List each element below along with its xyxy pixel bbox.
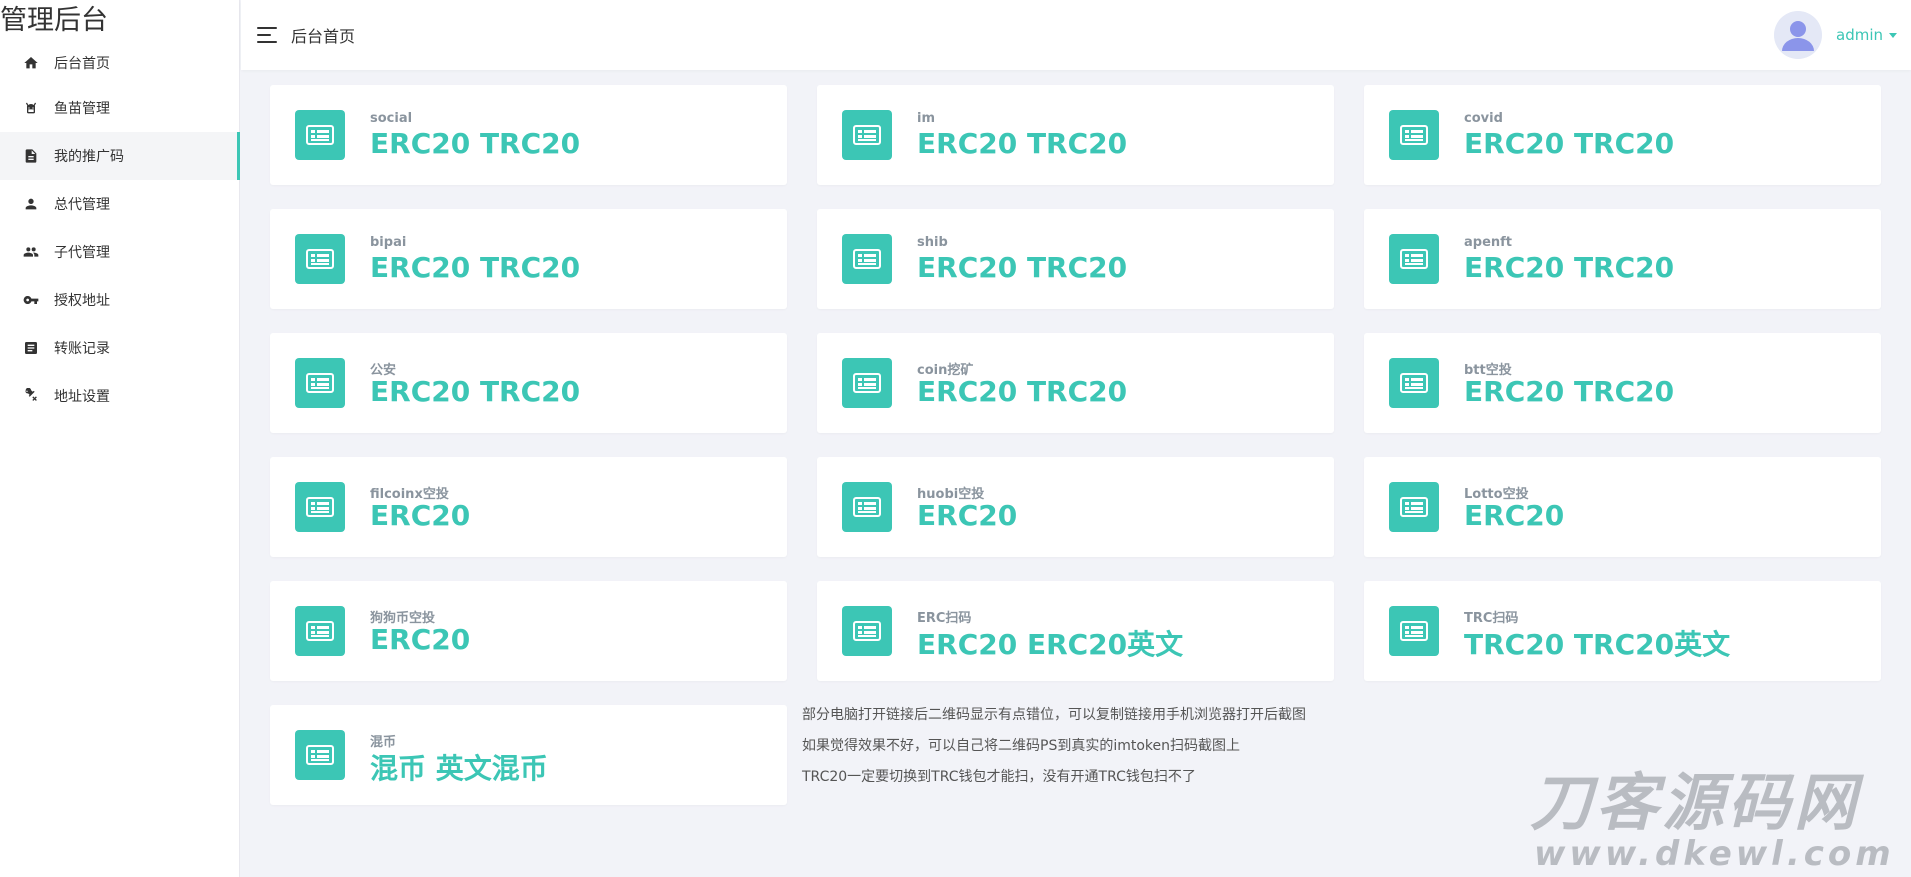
card-icon — [295, 606, 345, 656]
people-icon — [22, 243, 40, 261]
promo-card[interactable]: ERC扫码 ERC20 ERC20英文 — [817, 581, 1334, 681]
card-value: ERC20 TRC20 — [1464, 251, 1675, 284]
card-icon — [295, 730, 345, 780]
card-icon — [295, 482, 345, 532]
sidebar-item-address-settings[interactable]: 地址设置 — [0, 372, 239, 420]
card-label: im — [917, 111, 936, 126]
card-icon — [1389, 110, 1439, 160]
brand-title: 管理后台 — [0, 5, 108, 36]
card-value: ERC20 TRC20 — [370, 127, 581, 160]
sidebar-item-fish[interactable]: 鱼苗管理 — [0, 84, 239, 132]
card-label: bipai — [370, 235, 407, 250]
sidebar-item-general-agent[interactable]: 总代管理 — [0, 180, 239, 228]
tools-icon — [22, 387, 40, 405]
card-icon — [842, 358, 892, 408]
watermark-title: 刀客源码网 — [1530, 766, 1861, 839]
sidebar-item-promo-code[interactable]: 我的推广码 — [0, 132, 240, 180]
sidebar-item-label: 授权地址 — [54, 293, 110, 309]
fish-icon — [22, 99, 40, 117]
card-value: ERC20 TRC20 — [370, 251, 581, 284]
card-label: social — [370, 111, 413, 126]
card-icon — [1389, 358, 1439, 408]
avatar-icon — [1774, 11, 1822, 59]
promo-card[interactable]: 公安 ERC20 TRC20 — [270, 333, 787, 433]
promo-card[interactable]: 混币 混币 英文混币 — [270, 705, 787, 805]
sidebar-item-label: 鱼苗管理 — [54, 101, 110, 117]
card-value: ERC20 — [370, 499, 471, 532]
document-icon — [22, 147, 40, 165]
promo-card[interactable]: shib ERC20 TRC20 — [817, 209, 1334, 309]
card-icon — [842, 606, 892, 656]
card-icon — [295, 110, 345, 160]
card-value: ERC20 TRC20 — [917, 127, 1128, 160]
card-icon — [295, 358, 345, 408]
top-header: 后台首页 admin — [241, 0, 1911, 70]
promo-card[interactable]: covid ERC20 TRC20 — [1364, 85, 1881, 185]
chevron-down-icon — [1889, 32, 1897, 38]
card-icon — [1389, 482, 1439, 532]
card-value: TRC20 TRC20英文 — [1464, 628, 1731, 661]
note-line: 部分电脑打开链接后二维码显示有点错位，可以复制链接用手机浏览器打开后截图 — [802, 707, 1306, 723]
promo-card[interactable]: coin挖矿 ERC20 TRC20 — [817, 333, 1334, 433]
card-label: covid — [1464, 111, 1503, 126]
sidebar-item-home[interactable]: 后台首页 — [0, 42, 239, 84]
home-icon — [22, 54, 40, 72]
card-icon — [842, 482, 892, 532]
sidebar-item-label: 总代管理 — [54, 197, 110, 213]
card-label: shib — [917, 235, 948, 250]
promo-card[interactable]: huobi空投 ERC20 — [817, 457, 1334, 557]
sidebar-item-label: 子代管理 — [54, 245, 110, 261]
sidebar-item-label: 转账记录 — [54, 341, 110, 357]
promo-card[interactable]: im ERC20 TRC20 — [817, 85, 1334, 185]
watermark-url: www.dkewl.com — [1534, 834, 1895, 874]
card-value: ERC20 TRC20 — [370, 375, 581, 408]
sidebar-item-auth-address[interactable]: 授权地址 — [0, 276, 239, 324]
card-icon — [1389, 606, 1439, 656]
sidebar-menu: 后台首页 鱼苗管理 我的推广码 总代管理 子代管理 授权地址 转账记录 地址设置 — [0, 42, 240, 420]
card-value: ERC20 — [917, 499, 1018, 532]
menu-icon[interactable] — [257, 27, 279, 43]
card-value: ERC20 TRC20 — [1464, 375, 1675, 408]
card-value: ERC20 TRC20 — [917, 375, 1128, 408]
sidebar-item-transfer-records[interactable]: 转账记录 — [0, 324, 239, 372]
page-title: 后台首页 — [291, 27, 356, 46]
card-value: ERC20 ERC20英文 — [917, 628, 1184, 661]
list-icon — [22, 339, 40, 357]
card-value: 混币 英文混币 — [370, 752, 548, 785]
user-menu[interactable]: admin — [1774, 11, 1897, 59]
promo-card[interactable]: btt空投 ERC20 TRC20 — [1364, 333, 1881, 433]
promo-card[interactable]: 狗狗币空投 ERC20 — [270, 581, 787, 681]
promo-card[interactable]: bipai ERC20 TRC20 — [270, 209, 787, 309]
card-icon — [295, 234, 345, 284]
card-value: ERC20 TRC20 — [917, 251, 1128, 284]
promo-card[interactable]: social ERC20 TRC20 — [270, 85, 787, 185]
promo-card[interactable]: TRC扫码 TRC20 TRC20英文 — [1364, 581, 1881, 681]
card-icon — [842, 234, 892, 284]
promo-card[interactable]: filcoinx空投 ERC20 — [270, 457, 787, 557]
note-line: 如果觉得效果不好，可以自己将二维码PS到真实的imtoken扫码截图上 — [802, 738, 1241, 754]
key-icon — [22, 291, 40, 309]
card-icon — [842, 110, 892, 160]
watermark: 刀客源码网 www.dkewl.com — [1530, 770, 1900, 877]
note-line: TRC20一定要切换到TRC钱包才能扫，没有开通TRC钱包扫不了 — [802, 769, 1196, 785]
sidebar-item-label: 后台首页 — [54, 56, 110, 72]
person-icon — [22, 195, 40, 213]
card-icon — [1389, 234, 1439, 284]
sidebar-item-label: 地址设置 — [54, 389, 110, 405]
promo-card[interactable]: Lotto空投 ERC20 — [1364, 457, 1881, 557]
sidebar: 管理后台 后台首页 鱼苗管理 我的推广码 总代管理 子代管理 授权地址 转账记录… — [0, 0, 240, 877]
notes: 部分电脑打开链接后二维码显示有点错位，可以复制链接用手机浏览器打开后截图 如果觉… — [802, 706, 1362, 799]
card-value: ERC20 TRC20 — [1464, 127, 1675, 160]
username: admin — [1836, 26, 1883, 44]
sidebar-item-sub-agent[interactable]: 子代管理 — [0, 228, 239, 276]
card-value: ERC20 — [1464, 499, 1565, 532]
card-label: apenft — [1464, 235, 1513, 250]
card-value: ERC20 — [370, 623, 471, 656]
sidebar-item-label: 我的推广码 — [54, 149, 124, 165]
promo-card[interactable]: apenft ERC20 TRC20 — [1364, 209, 1881, 309]
